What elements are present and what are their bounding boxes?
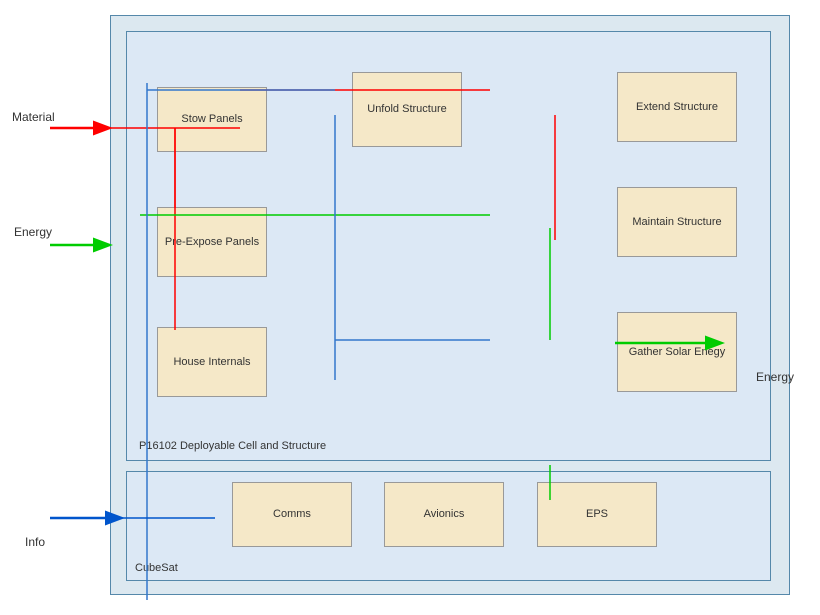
inner-bottom-section: Comms Avionics EPS CubeSat <box>126 471 771 581</box>
house-internals-box: House Internals <box>157 327 267 397</box>
outer-container: Stow Panels Unfold Structure Extend Stru… <box>110 15 790 595</box>
inner-top-section: Stow Panels Unfold Structure Extend Stru… <box>126 31 771 461</box>
inner-top-label: P16102 Deployable Cell and Structure <box>139 440 326 452</box>
info-label: Info <box>25 535 45 549</box>
pre-expose-panels-box: Pre-Expose Panels <box>157 207 267 277</box>
energy-in-label: Energy <box>14 225 52 239</box>
material-label: Material <box>12 110 55 124</box>
extend-structure-box: Extend Structure <box>617 72 737 142</box>
gather-solar-box: Gather Solar Enegy <box>617 312 737 392</box>
maintain-structure-box: Maintain Structure <box>617 187 737 257</box>
avionics-box: Avionics <box>384 482 504 547</box>
cubesat-label: CubeSat <box>135 562 178 574</box>
comms-box: Comms <box>232 482 352 547</box>
unfold-structure-box: Unfold Structure <box>352 72 462 147</box>
stow-panels-box: Stow Panels <box>157 87 267 152</box>
energy-out-label: Energy <box>756 370 794 384</box>
eps-box: EPS <box>537 482 657 547</box>
